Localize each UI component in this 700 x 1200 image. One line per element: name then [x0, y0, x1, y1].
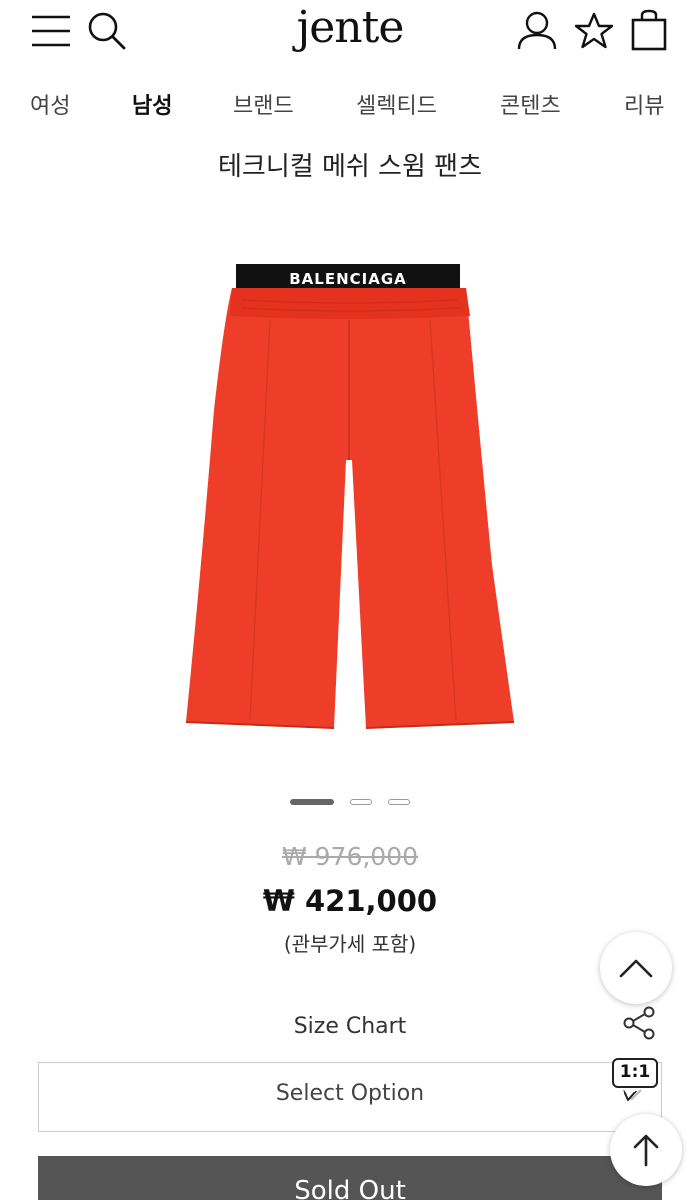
chat-icon[interactable]: 1:1 [612, 1058, 658, 1088]
sale-price: ₩ 421,000 [262, 884, 438, 918]
back-to-top-button[interactable] [610, 1114, 682, 1186]
carousel-indicator [290, 796, 420, 808]
nav-item-selected[interactable]: 셀렉티드 [356, 88, 437, 120]
product-title: 테크니컬 메쉬 스윔 팬츠 [218, 152, 482, 182]
nav-item-brand[interactable]: 브랜드 [233, 88, 294, 120]
scroll-up-button[interactable] [600, 932, 672, 1004]
nav-item-review[interactable]: 리뷰 [624, 88, 664, 120]
carousel-dot-1[interactable] [290, 799, 334, 805]
option-select-label: Select Option [275, 1081, 425, 1106]
size-chart-link[interactable]: Size Chart [0, 1014, 700, 1039]
back-to-top-arrow-icon [633, 1134, 659, 1167]
shopping-bag-icon[interactable] [630, 9, 668, 55]
option-select[interactable]: Select Option [38, 1062, 662, 1132]
header: jente [0, 0, 700, 70]
carousel-dot-2[interactable] [350, 799, 372, 805]
nav-item-men[interactable]: 남성 [132, 88, 172, 120]
price-tax-note: (관부가세 포함) [283, 932, 417, 956]
nav-item-contents[interactable]: 콘텐츠 [500, 88, 561, 120]
share-icon[interactable] [622, 1006, 658, 1044]
brand-waistband-text: BALENCIAGA [289, 270, 407, 288]
product-image[interactable]: BALENCIAGA [180, 260, 520, 740]
scroll-up-chevron-icon [619, 959, 653, 978]
star-icon[interactable] [574, 12, 614, 54]
original-price: ₩ 976,000 [281, 842, 419, 871]
carousel-dot-3[interactable] [388, 799, 410, 805]
sold-out-button[interactable]: Sold Out [38, 1156, 662, 1200]
category-nav: 여성 남성 브랜드 셀렉티드 콘텐츠 리뷰 [0, 88, 700, 128]
chat-bubble-tail [623, 1086, 638, 1105]
user-icon[interactable] [516, 10, 558, 56]
nav-item-women[interactable]: 여성 [30, 88, 70, 120]
